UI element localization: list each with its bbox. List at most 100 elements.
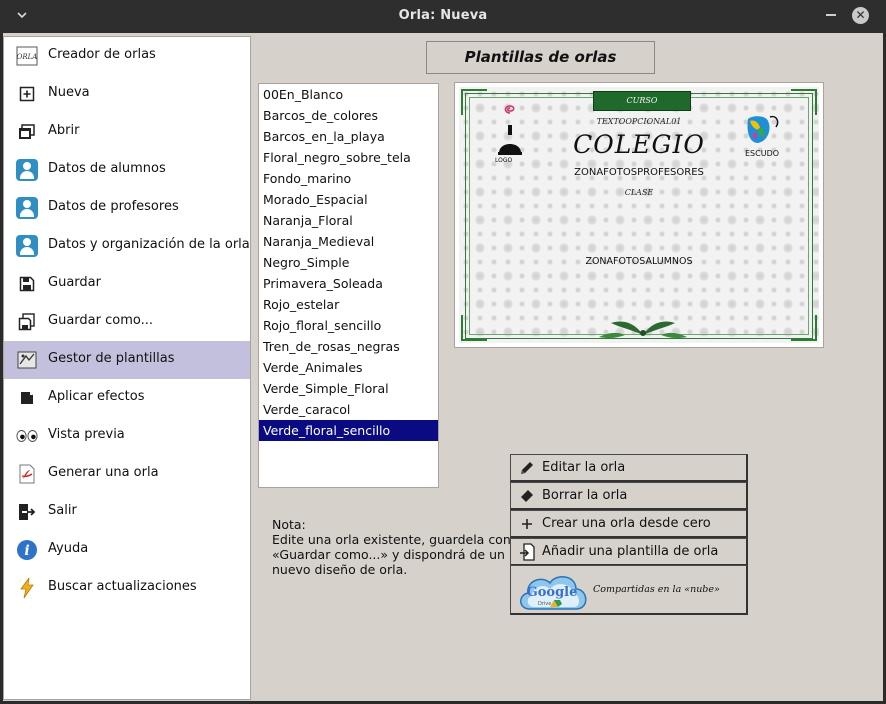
pdf-icon (16, 463, 38, 485)
page-title: Plantillas de orlas (464, 48, 617, 66)
sidebar-item-label: Datos de profesores (48, 199, 179, 214)
sidebar-item-label: Creador de orlas (48, 47, 156, 62)
exit-icon (16, 501, 38, 523)
eraser-icon (519, 488, 535, 504)
template-manager-icon (16, 349, 38, 371)
sidebar-item-label: Salir (48, 503, 77, 518)
sidebar-item-generar-orla[interactable]: Generar una orla (4, 455, 250, 493)
import-file-icon (519, 543, 535, 561)
plus-icon (519, 516, 535, 532)
preview-profesores-zone: ZONAFOTOSPROFESORES (574, 167, 704, 178)
preview-canvas: CURSO TEXTOOPCIONAL01 COLEGIO ZONAFOTOSP… (459, 87, 819, 343)
sidebar: ORLA Creador de orlas Nueva Abrir Datos … (3, 36, 251, 700)
preview-clase: CLASE (624, 188, 654, 197)
list-item[interactable]: Fondo_marino (259, 168, 438, 189)
sidebar-item-label: Guardar como... (48, 313, 153, 328)
leaf-ornament (599, 321, 687, 339)
edit-template-button[interactable]: Editar la orla (510, 454, 748, 482)
list-item[interactable]: Naranja_Medieval (259, 231, 438, 252)
list-item[interactable]: Rojo_floral_sencillo (259, 315, 438, 336)
sidebar-item-label: Generar una orla (48, 465, 159, 480)
sidebar-item-abrir[interactable]: Abrir (4, 113, 250, 151)
sidebar-item-guardar-como[interactable]: Guardar como... (4, 303, 250, 341)
sidebar-item-nueva[interactable]: Nueva (4, 75, 250, 113)
template-preview: CURSO TEXTOOPCIONAL01 COLEGIO ZONAFOTOSP… (454, 82, 824, 348)
sidebar-item-label: Datos y organización de la orla (48, 237, 250, 252)
list-item[interactable]: Verde_Animales (259, 357, 438, 378)
orla-logo-icon: ORLA (16, 45, 38, 67)
new-icon (16, 83, 38, 105)
curso-ribbon: CURSO (593, 91, 691, 111)
google-brand-text: Google (527, 585, 578, 600)
sidebar-item-datos-alumnos[interactable]: Datos de alumnos (4, 151, 250, 189)
shared-cloud-button[interactable]: Google Drive Compartidas en la «nube» (510, 565, 748, 615)
logo-caption: LOGO (495, 157, 513, 164)
window-title: Orla: Nueva (398, 8, 488, 23)
list-item[interactable]: Rojo_estelar (259, 294, 438, 315)
sidebar-item-guardar[interactable]: Guardar (4, 265, 250, 303)
sidebar-item-label: Vista previa (48, 427, 125, 442)
sidebar-item-salir[interactable]: Salir (4, 493, 250, 531)
sidebar-item-aplicar-efectos[interactable]: Aplicar efectos (4, 379, 250, 417)
escudo-caption: ESCUDO (745, 149, 780, 158)
list-item[interactable]: Verde_caracol (259, 399, 438, 420)
escudo-image (747, 115, 779, 143)
preview-alumnos-zone: ZONAFOTOSALUMNOS (585, 256, 693, 267)
title-bar: Orla: Nueva ✕ (0, 0, 886, 33)
list-item[interactable]: Barcos_de_colores (259, 105, 438, 126)
minimize-button[interactable] (826, 14, 836, 16)
create-from-scratch-button[interactable]: Crear una orla desde cero (510, 510, 748, 538)
sidebar-item-label: Abrir (48, 123, 80, 138)
sidebar-item-label: Gestor de plantillas (48, 351, 175, 366)
svg-text:ORLA: ORLA (17, 53, 38, 61)
list-item[interactable]: Negro_Simple (259, 252, 438, 273)
sidebar-item-label: Nueva (48, 85, 90, 100)
sidebar-item-vista-previa[interactable]: Vista previa (4, 417, 250, 455)
close-button[interactable]: ✕ (852, 7, 869, 24)
info-icon: i (16, 539, 38, 561)
list-item[interactable]: Floral_negro_sobre_tela (259, 147, 438, 168)
list-item-selected[interactable]: Verde_floral_sencillo (259, 420, 438, 441)
svg-text:i: i (24, 543, 29, 559)
add-template-button[interactable]: Añadir una plantilla de orla (510, 538, 748, 566)
list-item[interactable]: Primavera_Soleada (259, 273, 438, 294)
list-item[interactable]: Morado_Espacial (259, 189, 438, 210)
lightning-icon (16, 577, 38, 599)
sidebar-item-label: Aplicar efectos (48, 389, 145, 404)
save-icon (16, 273, 38, 295)
logo-image (498, 105, 522, 155)
note-text: Nota: Edite una orla existente, guardela… (272, 517, 511, 577)
corner-ornament (461, 315, 487, 341)
corner-ornament (791, 315, 817, 341)
sidebar-item-datos-profesores[interactable]: Datos de profesores (4, 189, 250, 227)
corner-ornament (461, 89, 487, 115)
save-as-icon (16, 311, 38, 333)
template-list[interactable]: 00En_Blanco Barcos_de_colores Barcos_en_… (258, 83, 439, 488)
sidebar-item-label: Buscar actualizaciones (48, 579, 197, 594)
sidebar-item-creador[interactable]: ORLA Creador de orlas (4, 37, 250, 75)
list-item[interactable]: Tren_de_rosas_negras (259, 336, 438, 357)
person-icon (16, 197, 38, 219)
open-icon (16, 121, 38, 143)
sidebar-item-gestor-plantillas[interactable]: Gestor de plantillas (4, 341, 250, 379)
sidebar-item-organizacion[interactable]: Datos y organización de la orla (4, 227, 250, 265)
corner-ornament (791, 89, 817, 115)
sidebar-item-label: Datos de alumnos (48, 161, 166, 176)
person-icon (16, 235, 38, 257)
person-icon (16, 159, 38, 181)
sidebar-item-label: Guardar (48, 275, 101, 290)
effects-icon (16, 387, 38, 409)
list-item[interactable]: Barcos_en_la_playa (259, 126, 438, 147)
delete-template-button[interactable]: Borrar la orla (510, 482, 748, 510)
sidebar-item-ayuda[interactable]: i Ayuda (4, 531, 250, 569)
sidebar-item-buscar-actualizaciones[interactable]: Buscar actualizaciones (4, 569, 250, 607)
list-item[interactable]: Verde_Simple_Floral (259, 378, 438, 399)
eyes-icon (16, 425, 38, 447)
google-drive-cloud-icon: Google Drive (520, 576, 587, 610)
list-item[interactable]: 00En_Blanco (259, 84, 438, 105)
drive-brand-text: Drive (538, 601, 551, 607)
page-title-box: Plantillas de orlas (426, 41, 655, 74)
pencil-icon (519, 460, 535, 476)
sidebar-item-label: Ayuda (48, 541, 89, 556)
list-item[interactable]: Naranja_Floral (259, 210, 438, 231)
